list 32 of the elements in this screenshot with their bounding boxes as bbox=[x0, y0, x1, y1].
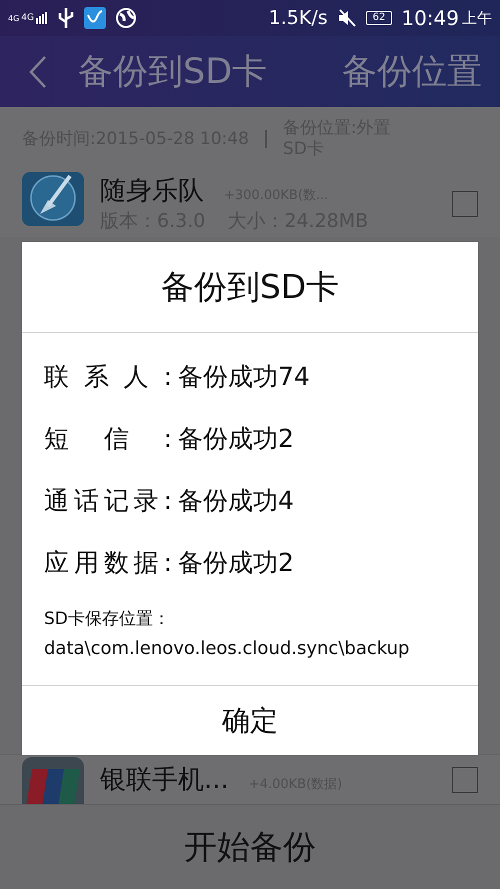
bank-card-app-icon bbox=[22, 757, 84, 804]
ok-button[interactable]: 确定 bbox=[22, 685, 478, 755]
result-value: 备份成功2 bbox=[178, 546, 294, 578]
time-period: 上午 bbox=[462, 8, 492, 28]
app-icon bbox=[84, 7, 106, 29]
back-button[interactable] bbox=[28, 54, 48, 90]
save-location-path: data\com.lenovo.leos.cloud.sync\backup bbox=[44, 638, 410, 659]
usb-icon bbox=[57, 6, 75, 30]
result-label: 联系人: bbox=[44, 360, 172, 392]
app-name: 随身乐队 bbox=[100, 175, 204, 208]
page-title: 备份到SD卡 bbox=[78, 51, 268, 94]
result-value: 备份成功74 bbox=[178, 360, 310, 392]
result-value: 备份成功4 bbox=[178, 484, 294, 516]
battery-icon: 62 bbox=[366, 11, 392, 25]
result-value: 备份成功2 bbox=[178, 422, 294, 454]
signal-icon bbox=[36, 12, 48, 24]
globe-icon bbox=[115, 7, 137, 29]
checkbox[interactable] bbox=[452, 766, 478, 792]
network-speed: 1.5K/s bbox=[268, 7, 328, 29]
network-label: 4G bbox=[21, 13, 34, 23]
start-backup-button[interactable]: 开始备份 bbox=[0, 805, 500, 889]
app-name: 银联手机... bbox=[100, 764, 229, 797]
save-location-label: SD卡保存位置： bbox=[44, 608, 171, 630]
dialog-title: 备份到SD卡 bbox=[22, 242, 478, 333]
result-label: 应用数据: bbox=[44, 546, 172, 578]
backup-location-link[interactable]: 备份位置 bbox=[342, 48, 482, 95]
network-label: 4G bbox=[8, 14, 20, 22]
checkbox[interactable] bbox=[452, 190, 478, 216]
mute-icon bbox=[336, 8, 357, 28]
result-label: 短信: bbox=[44, 422, 172, 454]
result-label: 通话记录: bbox=[44, 484, 172, 516]
clock-time: 10:49 bbox=[401, 6, 459, 30]
